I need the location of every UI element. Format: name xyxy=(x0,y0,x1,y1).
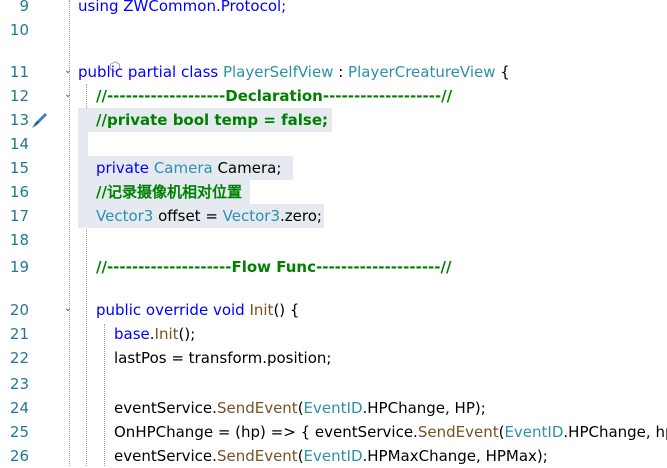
chevron-down-icon[interactable]: ⌄ xyxy=(62,303,74,315)
code-editor[interactable]: 9 using ZWCommon.Protocol; 10 ⬡ 11 ⌄ pub… xyxy=(0,0,667,466)
code-line[interactable]: 12 ⌄ //-------------------Declaration---… xyxy=(0,84,667,108)
code-line[interactable]: 23 xyxy=(0,372,667,396)
using-statement: using ZWCommon.Protocol; xyxy=(78,0,287,15)
comment-camera-offset: //记录摄像机相对位置 xyxy=(78,180,250,204)
line-number: 12 xyxy=(9,87,29,105)
send-event-hpmaxchange: eventService.SendEvent(EventID.HPMaxChan… xyxy=(114,447,548,465)
code-line[interactable]: 9 using ZWCommon.Protocol; xyxy=(0,0,667,18)
brush-icon[interactable] xyxy=(31,111,49,129)
line-number: 14 xyxy=(9,135,29,153)
class-declaration: public partial class PlayerSelfView : Pl… xyxy=(78,63,510,81)
code-line[interactable]: 22 lastPos = transform.position; xyxy=(0,346,667,370)
onhpchange-lambda: OnHPChange = (hp) => { eventService.Send… xyxy=(114,423,667,441)
comment-commented-code: //private bool temp = false; xyxy=(78,108,333,132)
line-number: 24 xyxy=(9,399,29,417)
code-line[interactable]: 15 private Camera Camera; xyxy=(0,156,667,180)
base-init-call: base.Init(); xyxy=(114,325,196,343)
comment-flow-func: //--------------------Flow Func---------… xyxy=(96,258,452,276)
code-line[interactable]: 26 eventService.SendEvent(EventID.HPMaxC… xyxy=(0,444,667,468)
code-line[interactable]: 13 //private bool temp = false; xyxy=(0,108,667,132)
code-line[interactable]: 14 xyxy=(0,132,667,156)
line-number: 22 xyxy=(9,349,29,367)
field-offset: Vector3 offset = Vector3.zero; xyxy=(78,204,324,228)
code-line[interactable]: 24 eventService.SendEvent(EventID.HPChan… xyxy=(0,396,667,420)
line-number: 23 xyxy=(9,375,29,393)
line-number: 10 xyxy=(9,21,29,39)
line-number: 19 xyxy=(9,258,29,276)
line-number: 15 xyxy=(9,159,29,177)
chevron-down-icon[interactable]: ⌄ xyxy=(62,89,74,101)
line-number: 18 xyxy=(9,231,29,249)
line-number: 11 xyxy=(9,63,29,81)
line-number: 26 xyxy=(9,447,29,465)
line-number: 17 xyxy=(9,207,29,225)
field-camera: private Camera Camera; xyxy=(78,156,294,180)
code-line[interactable]: 18 xyxy=(0,228,667,252)
comment-declaration: //-------------------Declaration--------… xyxy=(96,87,453,105)
line-number: 16 xyxy=(9,183,29,201)
code-line[interactable]: 11 ⌄ public partial class PlayerSelfView… xyxy=(0,60,667,84)
code-line[interactable]: 19 //--------------------Flow Func------… xyxy=(0,255,667,279)
code-line[interactable]: 21 base.Init(); xyxy=(0,322,667,346)
code-line[interactable]: 16 //记录摄像机相对位置 xyxy=(0,180,667,204)
line-number: 13 xyxy=(9,111,29,129)
selection-highlight xyxy=(78,132,88,156)
line-number: 9 xyxy=(19,0,29,15)
code-line[interactable]: 17 Vector3 offset = Vector3.zero; xyxy=(0,204,667,228)
send-event-hpchange: eventService.SendEvent(EventID.HPChange,… xyxy=(114,399,486,417)
line-number: 21 xyxy=(9,325,29,343)
code-line[interactable]: 20 ⌄ public override void Init() { xyxy=(0,298,667,322)
line-number: 20 xyxy=(9,301,29,319)
code-line[interactable]: 25 OnHPChange = (hp) => { eventService.S… xyxy=(0,420,667,444)
method-init-declaration: public override void Init() { xyxy=(96,301,300,319)
chevron-down-icon[interactable]: ⌄ xyxy=(62,65,74,77)
line-number: 25 xyxy=(9,423,29,441)
lastpos-assignment: lastPos = transform.position; xyxy=(114,349,332,367)
